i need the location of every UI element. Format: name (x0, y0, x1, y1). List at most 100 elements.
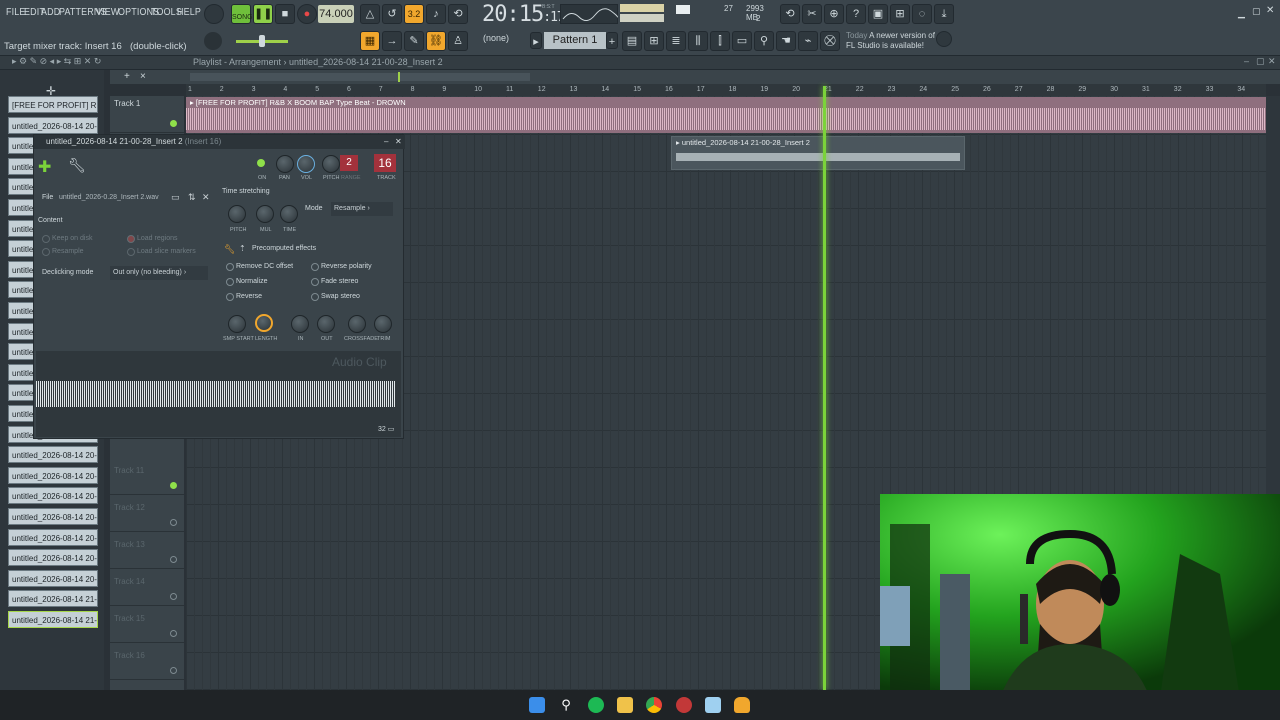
track-header[interactable]: Track 15 (110, 606, 184, 643)
audio-clip-icon[interactable]: ✚ (38, 157, 51, 177)
add-pattern-icon[interactable]: + (606, 32, 618, 49)
chrome-icon[interactable] (646, 697, 662, 713)
mode-select[interactable]: Resample › (331, 202, 393, 216)
resample-radio[interactable] (42, 248, 50, 256)
maximize-icon[interactable]: ▢ (1252, 6, 1261, 17)
browser-item[interactable]: untitled_2026-08-14 20- (8, 508, 98, 525)
fl-studio-icon[interactable] (734, 697, 750, 713)
add-track-icon[interactable]: + (124, 71, 130, 82)
cut-icon[interactable]: ✂ (802, 4, 822, 24)
pan-knob[interactable] (276, 155, 294, 173)
pencil-icon[interactable]: ✎ (404, 31, 424, 51)
audio-clip-insert[interactable]: ▸ untitled_2026-08-14 21-00-28_Insert 2 (671, 136, 965, 170)
browser-item[interactable]: untitled_2026-08-14 20- (8, 446, 98, 464)
menu-add[interactable]: ADD (41, 6, 60, 18)
loop-record-icon[interactable]: ⟲ (448, 4, 468, 24)
browser-item[interactable]: untitled_2026-08-14 20- (8, 549, 98, 567)
load-slice-radio[interactable] (127, 248, 135, 256)
channel-settings-window[interactable]: untitled_2026-08-14 21-00-28_Insert 2 (I… (33, 134, 405, 439)
start-icon[interactable] (529, 697, 545, 713)
browser-tools-icon[interactable]: ▸ ⚙ ✎ ⊘ ◂ ▸ ⇆ ⊞ ✕ ↻ (12, 56, 101, 67)
spotify-icon[interactable] (588, 697, 604, 713)
pitch-knob[interactable] (322, 155, 340, 173)
remove-dc-radio[interactable] (226, 263, 234, 271)
save-icon[interactable]: ▣ (868, 4, 888, 24)
menu-file[interactable]: FILE (6, 6, 26, 18)
mixer-icon[interactable]: ⫼ (688, 31, 708, 51)
file-explorer-icon[interactable] (617, 697, 633, 713)
file-name[interactable]: untitled_2026-0.28_Insert 2.wav (59, 194, 159, 201)
brush-icon[interactable]: ⌁ (798, 31, 818, 51)
out-knob[interactable] (317, 315, 335, 333)
arrow-up-icon[interactable]: ⇡ (239, 244, 246, 253)
track-header[interactable]: Track 14 (110, 569, 184, 606)
browser-item[interactable]: untitled_2026-08-14 20- (8, 528, 98, 546)
browser-item[interactable]: untitled_2026-08-14 21- (8, 590, 98, 608)
audio-clip-main[interactable]: ▸ [FREE FOR PROFIT] R&B X BOOM BAP Type … (186, 97, 1266, 133)
song-mode-button[interactable]: SONG (231, 4, 253, 24)
browser-item[interactable]: untitled_2026-08-14 20- (8, 569, 98, 587)
stop-button[interactable]: ■ (275, 4, 295, 24)
reverse-radio[interactable] (226, 293, 234, 301)
horizontal-scrollbar[interactable] (190, 73, 530, 81)
update-notice[interactable]: Today A newer version of FL Studio is ava… (846, 31, 935, 51)
close-icon[interactable]: ✕ (1266, 5, 1274, 16)
track-header[interactable]: Track 16 (110, 643, 184, 680)
track-mute-led[interactable] (170, 667, 177, 674)
window-minimize-icon[interactable]: – (384, 135, 388, 149)
declick-select[interactable]: Out only (no bleeding) › (110, 266, 208, 280)
help-icon[interactable]: ? (846, 4, 866, 24)
track-header[interactable]: Track 1 (110, 96, 184, 133)
ts-time-knob[interactable] (280, 205, 298, 223)
track-mute-led[interactable] (170, 593, 177, 600)
arrow-right-icon[interactable]: → (382, 31, 402, 51)
undo-icon[interactable]: ⟲ (780, 4, 800, 24)
browser-item[interactable]: untitled_2026-08-14 20- (8, 487, 98, 505)
smp-start-knob[interactable] (228, 315, 246, 333)
window-titlebar[interactable]: untitled_2026-08-14 21-00-28_Insert 2 (I… (34, 135, 405, 149)
timeline-ruler[interactable]: 1 2 3 4 5 6 7 8 9 10 11 12 13 14 15 16 17 18 19 20 21 22 23 24 2… (186, 84, 1266, 96)
playlist-minimize-icon[interactable]: – (1244, 56, 1249, 66)
crossfade-knob[interactable] (348, 315, 366, 333)
menu-view[interactable]: VIEW (96, 6, 119, 18)
track-mute-led[interactable] (170, 630, 177, 637)
folder-icon[interactable]: ▭ (171, 192, 180, 203)
swap-stereo-radio[interactable] (311, 293, 319, 301)
wrench-icon[interactable]: 🔧︎ (68, 157, 86, 174)
stamp-icon[interactable]: ♙ (448, 31, 468, 51)
snap-select[interactable]: (none) (483, 33, 509, 43)
menu-help[interactable]: HELP (177, 6, 201, 18)
blend-notes-icon[interactable]: ♪ (426, 4, 446, 24)
track-header[interactable]: Track 13 (110, 532, 184, 569)
midi-icon[interactable]: ⊞ (890, 4, 910, 24)
playhead[interactable] (823, 86, 826, 690)
length-knob[interactable] (255, 314, 273, 332)
notepad-icon[interactable] (705, 697, 721, 713)
track-mute-led[interactable] (170, 482, 177, 489)
cart-icon[interactable]: ⛒ (820, 31, 840, 51)
pitch-range-display[interactable]: 2 (340, 155, 358, 171)
master-pitch-knob[interactable] (204, 32, 222, 50)
countdown-icon[interactable]: 3.2 (404, 4, 424, 24)
update-icon[interactable] (936, 31, 952, 47)
remove-track-icon[interactable]: × (140, 71, 146, 82)
download-icon[interactable]: ⤓ (934, 4, 954, 24)
app-icon[interactable] (676, 697, 692, 713)
keep-on-disk-radio[interactable] (42, 235, 50, 243)
master-volume-handle[interactable] (259, 35, 265, 47)
playlist-close-icon[interactable]: ✕ (1268, 56, 1276, 67)
link-icon[interactable]: ⛓ (426, 31, 446, 51)
minimize-icon[interactable]: ▁ (1238, 8, 1245, 19)
reload-icon[interactable]: ⇅ (188, 192, 196, 203)
touch-keyboard-icon[interactable]: ☚ (776, 31, 796, 51)
tempo-display[interactable]: 74.000 (318, 5, 354, 23)
record-button[interactable]: ● (297, 4, 317, 24)
search-icon[interactable]: ⚲ (558, 697, 574, 713)
playlist-icon[interactable]: ▤ (622, 31, 642, 51)
in-knob[interactable] (291, 315, 309, 333)
channel-rack-icon[interactable]: ⫿ (710, 31, 730, 51)
window-close-icon[interactable]: ✕ (395, 135, 402, 149)
pause-button[interactable]: ❚❚ (253, 4, 273, 24)
browser-item[interactable]: untitled_2026-08-14 20- (8, 466, 98, 484)
clear-file-icon[interactable]: ✕ (202, 192, 210, 203)
